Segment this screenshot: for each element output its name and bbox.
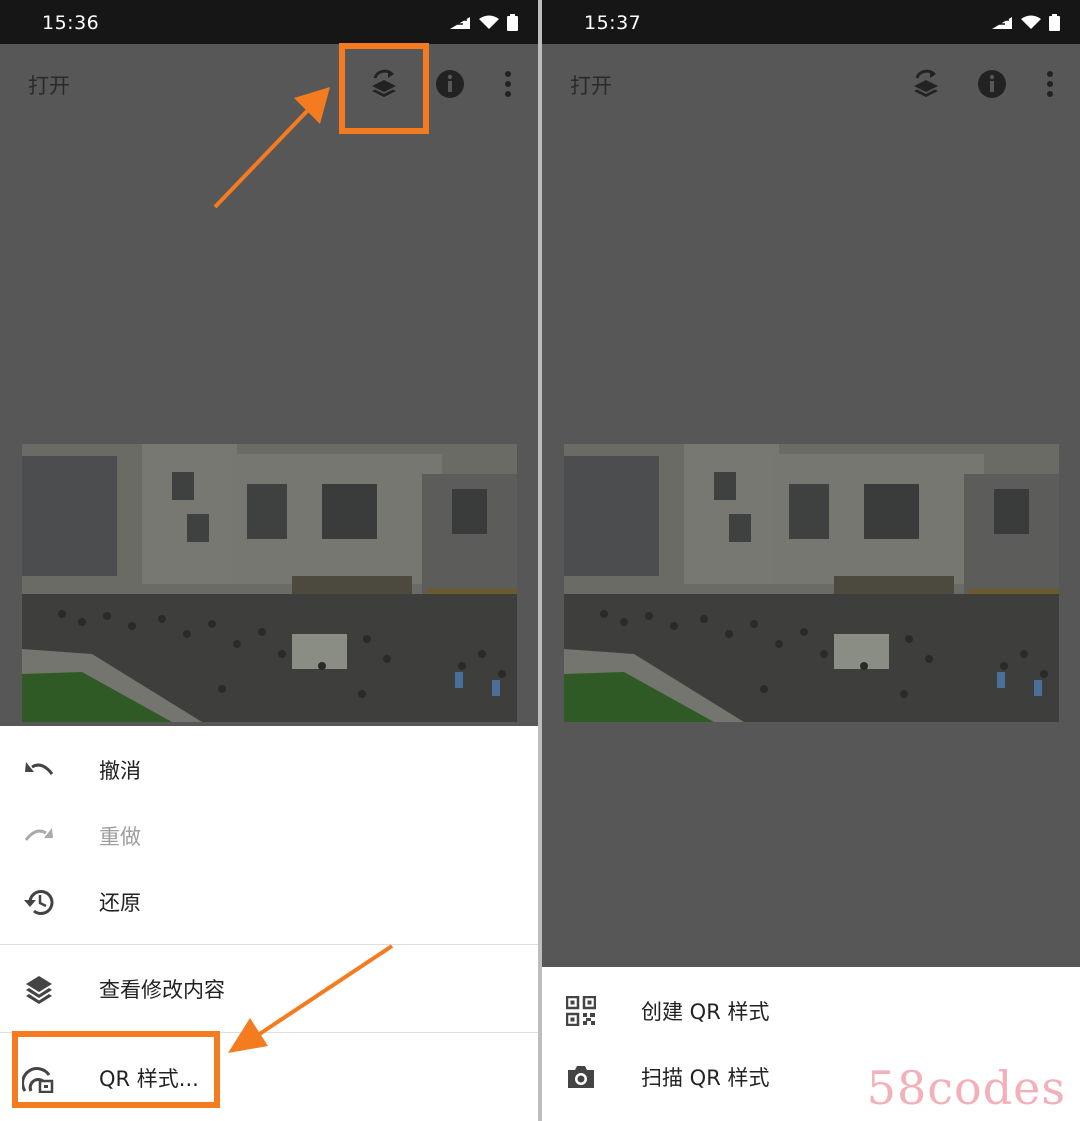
- status-bar: 15:36: [0, 0, 538, 44]
- open-button[interactable]: 打开: [570, 70, 612, 100]
- more-options-button[interactable]: [1030, 64, 1070, 104]
- menu-divider: [0, 944, 538, 945]
- left-screen: 15:36 打开 撤消 重做 还原 查看修改内容 QR 样式...: [0, 0, 538, 1121]
- open-button[interactable]: 打开: [28, 70, 70, 100]
- menu-label-undo: 撤消: [99, 759, 141, 783]
- menu-label-revert: 还原: [99, 891, 141, 915]
- status-icons: [449, 14, 518, 31]
- app-bar: 打开: [0, 44, 538, 122]
- menu-item-undo[interactable]: 撤消: [0, 738, 538, 802]
- info-icon: [436, 70, 464, 98]
- info-button[interactable]: [972, 64, 1012, 104]
- signal-icon: [450, 16, 470, 29]
- status-time: 15:36: [42, 12, 100, 34]
- info-icon: [978, 70, 1006, 98]
- status-bar: 15:37: [542, 0, 1080, 44]
- signal-icon: [992, 16, 1012, 29]
- menu-item-view-edits[interactable]: 查看修改内容: [0, 957, 538, 1021]
- more-options-button[interactable]: [488, 64, 528, 104]
- status-time: 15:37: [584, 12, 642, 34]
- battery-icon: [1049, 14, 1060, 31]
- menu-item-redo[interactable]: 重做: [0, 804, 538, 868]
- status-icons: [991, 14, 1060, 31]
- menu-label-create-qr: 创建 QR 样式: [641, 1000, 770, 1024]
- stack-history-button[interactable]: [906, 64, 946, 104]
- menu-label-view-edits: 查看修改内容: [99, 978, 225, 1002]
- redo-icon: [22, 819, 56, 853]
- menu-label-redo: 重做: [99, 825, 141, 849]
- undo-icon: [22, 753, 56, 787]
- highlight-box-qr-style: [12, 1031, 220, 1108]
- edited-photo: [22, 444, 517, 722]
- app-bar: 打开: [542, 44, 1080, 122]
- menu-label-scan-qr: 扫描 QR 样式: [641, 1066, 770, 1090]
- watermark: 58codes: [866, 1061, 1066, 1115]
- info-button[interactable]: [430, 64, 470, 104]
- menu-item-create-qr[interactable]: 创建 QR 样式: [542, 979, 1080, 1043]
- restore-icon: [22, 885, 56, 919]
- highlight-box-toolbar: [339, 43, 429, 134]
- menu-item-revert[interactable]: 还原: [0, 870, 538, 934]
- qr-code-icon: [564, 994, 598, 1028]
- camera-icon: [564, 1060, 598, 1094]
- layers-icon: [22, 972, 56, 1006]
- wifi-icon: [479, 15, 499, 29]
- right-screen: 15:37 打开 创建 QR 样式 扫描 QR 样式 58codes: [542, 0, 1080, 1121]
- more-vert-icon: [1047, 71, 1053, 97]
- edited-photo: [564, 444, 1059, 722]
- wifi-icon: [1021, 15, 1041, 29]
- stack-history-icon: [914, 69, 938, 97]
- more-vert-icon: [505, 71, 511, 97]
- battery-icon: [507, 14, 518, 31]
